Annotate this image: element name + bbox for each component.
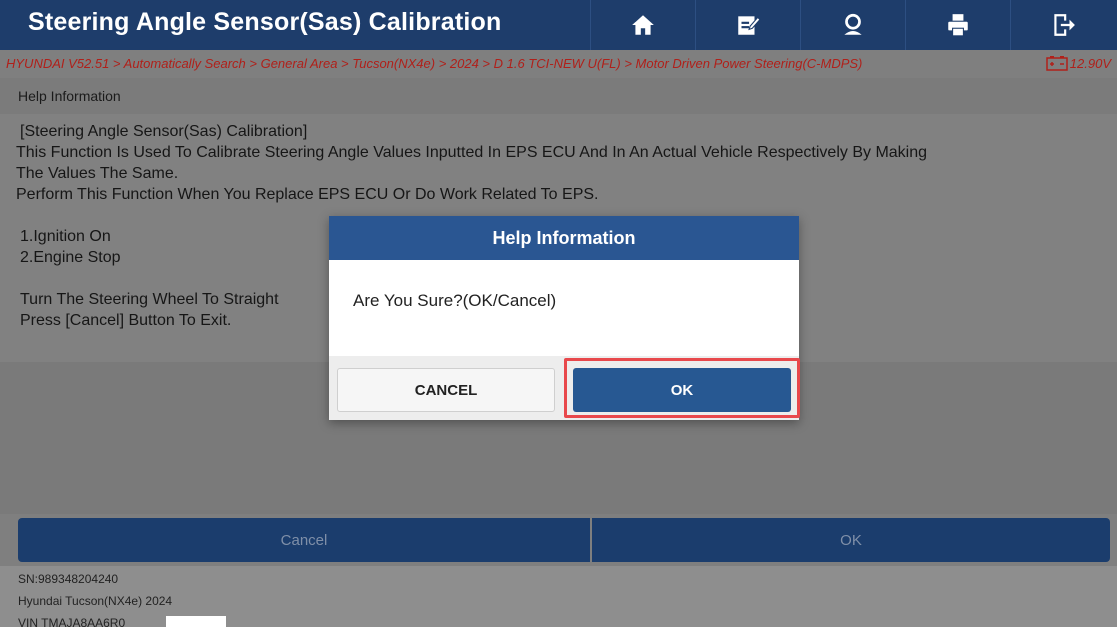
content-line: The Values The Same. — [16, 165, 179, 182]
help-button[interactable] — [800, 0, 904, 50]
vin-number: VIN TMAJA8AA6R0 — [18, 616, 126, 627]
content-line: Turn The Steering Wheel To Straight — [20, 291, 279, 308]
bottom-action-bar: Cancel OK — [0, 514, 1117, 566]
content-line: Press [Cancel] Button To Exit. — [20, 312, 232, 329]
serial-number: SN:989348204240 — [18, 572, 119, 586]
ok-highlight-frame — [564, 358, 800, 418]
print-icon — [947, 14, 968, 37]
dialog-message: Are You Sure?(OK/Cancel) — [353, 291, 557, 310]
content-line: 1.Ignition On — [20, 228, 111, 245]
exit-button[interactable] — [1010, 0, 1114, 50]
vehicle-name: Hyundai Tucson(NX4e) 2024 — [18, 594, 173, 608]
dialog-cancel-button[interactable]: CANCEL — [337, 368, 555, 412]
print-button[interactable] — [905, 0, 1009, 50]
page-title: Steering Angle Sensor(Sas) Calibration — [28, 8, 502, 36]
section-header: Help Information — [0, 78, 1117, 114]
breadcrumb-path: HYUNDAI V52.51 > Automatically Search > … — [6, 56, 863, 71]
redaction-box — [166, 616, 226, 627]
cancel-button[interactable]: Cancel — [18, 518, 590, 562]
exit-icon — [1053, 14, 1075, 36]
help-person-icon — [843, 13, 862, 35]
battery-status: 12.90V — [1046, 55, 1111, 71]
section-title: Help Information — [18, 88, 121, 104]
home-icon — [631, 15, 654, 35]
content-line: This Function Is Used To Calibrate Steer… — [16, 144, 928, 161]
content-line: 2.Engine Stop — [20, 249, 121, 266]
title-bar: Steering Angle Sensor(Sas) Calibration — [0, 0, 1117, 50]
ok-button[interactable]: OK — [592, 518, 1110, 562]
edit-report-icon — [737, 16, 761, 35]
vehicle-info-footer: SN:989348204240 Hyundai Tucson(NX4e) 202… — [0, 566, 1117, 627]
battery-voltage: 12.90V — [1069, 55, 1111, 71]
battery-icon — [1046, 56, 1068, 71]
breadcrumb: HYUNDAI V52.51 > Automatically Search > … — [0, 50, 1117, 78]
content-line: [Steering Angle Sensor(Sas) Calibration] — [20, 123, 308, 140]
home-button[interactable] — [590, 0, 694, 50]
content-line: Perform This Function When You Replace E… — [16, 186, 599, 203]
report-button[interactable] — [695, 0, 799, 50]
dialog-title: Help Information — [329, 216, 799, 260]
